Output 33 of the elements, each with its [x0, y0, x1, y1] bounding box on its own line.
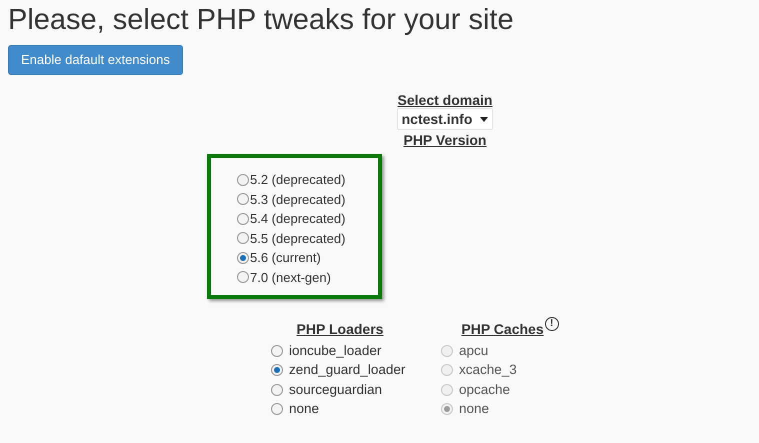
option-label: apcu	[459, 342, 488, 360]
section-heading: PHP Caches	[461, 320, 544, 339]
radio-button[interactable]	[237, 212, 249, 225]
version-label: 5.3 (deprecated)	[250, 190, 346, 209]
option-label: zend_guard_loader	[289, 361, 406, 380]
version-label: 5.5 (deprecated)	[250, 230, 346, 248]
radio-button[interactable]	[271, 403, 283, 416]
domain-heading: Select domain	[398, 92, 492, 108]
version-label: 7.0 (next-gen)	[250, 268, 331, 287]
version-label: 5.2 (deprecated)	[250, 171, 346, 189]
dropdown-caret-icon	[480, 116, 488, 122]
option-label: xcache_3	[459, 361, 517, 380]
radio-button[interactable]	[237, 174, 249, 186]
option-label: none	[459, 400, 490, 418]
radio-button[interactable]	[237, 232, 249, 244]
option-label: opcache	[459, 380, 510, 399]
info-icon: !	[544, 317, 559, 331]
enable-extensions-button[interactable]: Enable dafault extensions	[8, 45, 183, 75]
option-label: none	[289, 400, 320, 418]
radio-button[interactable]	[271, 384, 283, 396]
version-label: 5.6 (current)	[250, 249, 321, 267]
version-label: 5.4 (deprecated)	[250, 210, 346, 228]
radio-button[interactable]	[271, 344, 283, 357]
section-heading: PHP Loaders	[296, 320, 384, 339]
option-label: sourceguardian	[289, 380, 382, 399]
version-heading: PHP Version	[403, 131, 486, 149]
option-label: ioncube_loader	[289, 342, 382, 360]
radio-button[interactable]	[237, 193, 249, 206]
radio-button[interactable]	[237, 252, 249, 264]
radio-button[interactable]	[237, 271, 249, 284]
page-title: Please, select PHP tweaks for your site	[8, 3, 515, 38]
domain-select[interactable]: nctest.info	[396, 108, 494, 130]
radio-button[interactable]	[271, 364, 283, 376]
